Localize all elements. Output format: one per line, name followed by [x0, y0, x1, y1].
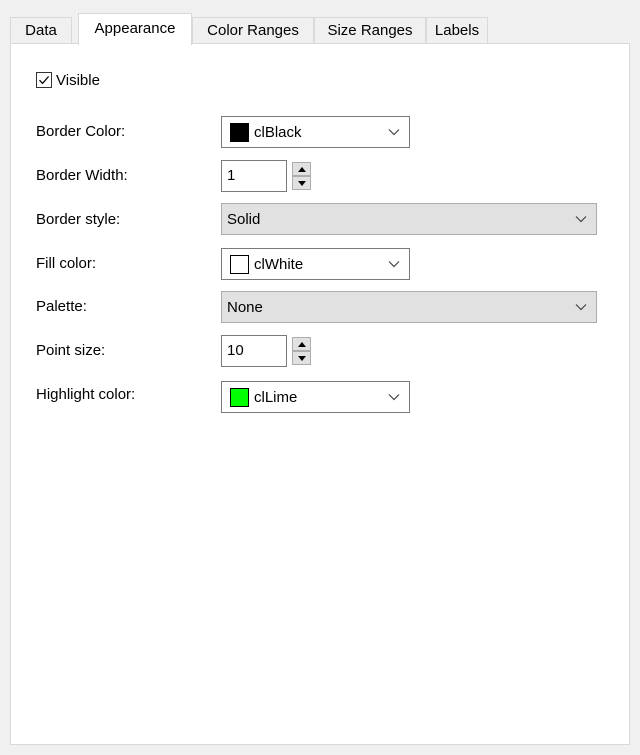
spin-down-arrow-icon	[297, 355, 306, 361]
border-width-label: Border Width:	[36, 167, 128, 184]
spin-up-button[interactable]	[292, 162, 311, 176]
chevron-down-icon	[566, 303, 596, 311]
highlight-color-label: Highlight color:	[36, 386, 136, 403]
highlight-color-value: clLime	[254, 388, 298, 406]
border-color-label: Border Color:	[36, 123, 126, 140]
chevron-down-icon	[379, 393, 409, 401]
palette-label: Palette:	[36, 298, 87, 315]
visible-label: Visible	[56, 71, 100, 89]
border-color-swatch	[230, 122, 249, 142]
fill-color-swatch	[230, 254, 249, 274]
highlight-color-select[interactable]: clLime	[221, 381, 410, 413]
tab-appearance[interactable]: Appearance	[78, 13, 192, 45]
border-color-value: clBlack	[254, 123, 302, 141]
chevron-down-icon	[566, 215, 596, 223]
palette-select[interactable]: None	[221, 291, 597, 323]
fill-color-select[interactable]: clWhite	[221, 248, 410, 280]
tab-color-ranges[interactable]: Color Ranges	[192, 17, 314, 43]
highlight-color-swatch	[230, 387, 249, 407]
fill-color-label: Fill color:	[36, 255, 97, 272]
chevron-down-icon	[379, 128, 409, 136]
visible-checkbox-row[interactable]: Visible	[36, 69, 100, 91]
tab-data[interactable]: Data	[10, 17, 72, 43]
chevron-down-icon	[379, 260, 409, 268]
visible-checkbox[interactable]	[36, 72, 52, 88]
spin-down-button[interactable]	[292, 351, 311, 365]
border-style-select[interactable]: Solid	[221, 203, 597, 235]
border-style-value: Solid	[227, 210, 261, 228]
spin-down-arrow-icon	[297, 180, 306, 186]
spin-down-button[interactable]	[292, 176, 311, 190]
border-width-input[interactable]: 1	[221, 160, 287, 192]
fill-color-value: clWhite	[254, 255, 304, 273]
spin-up-arrow-icon	[297, 341, 306, 347]
point-size-input[interactable]: 10	[221, 335, 287, 367]
checkmark-icon	[39, 76, 50, 85]
spin-up-button[interactable]	[292, 337, 311, 351]
tab-size-ranges[interactable]: Size Ranges	[314, 17, 426, 43]
tab-labels[interactable]: Labels	[426, 17, 488, 43]
spin-up-arrow-icon	[297, 166, 306, 172]
border-color-select[interactable]: clBlack	[221, 116, 410, 148]
border-style-label: Border style:	[36, 211, 121, 228]
palette-value: None	[227, 298, 263, 316]
point-size-stepper[interactable]	[292, 337, 311, 365]
point-size-label: Point size:	[36, 342, 106, 359]
border-width-stepper[interactable]	[292, 162, 311, 190]
